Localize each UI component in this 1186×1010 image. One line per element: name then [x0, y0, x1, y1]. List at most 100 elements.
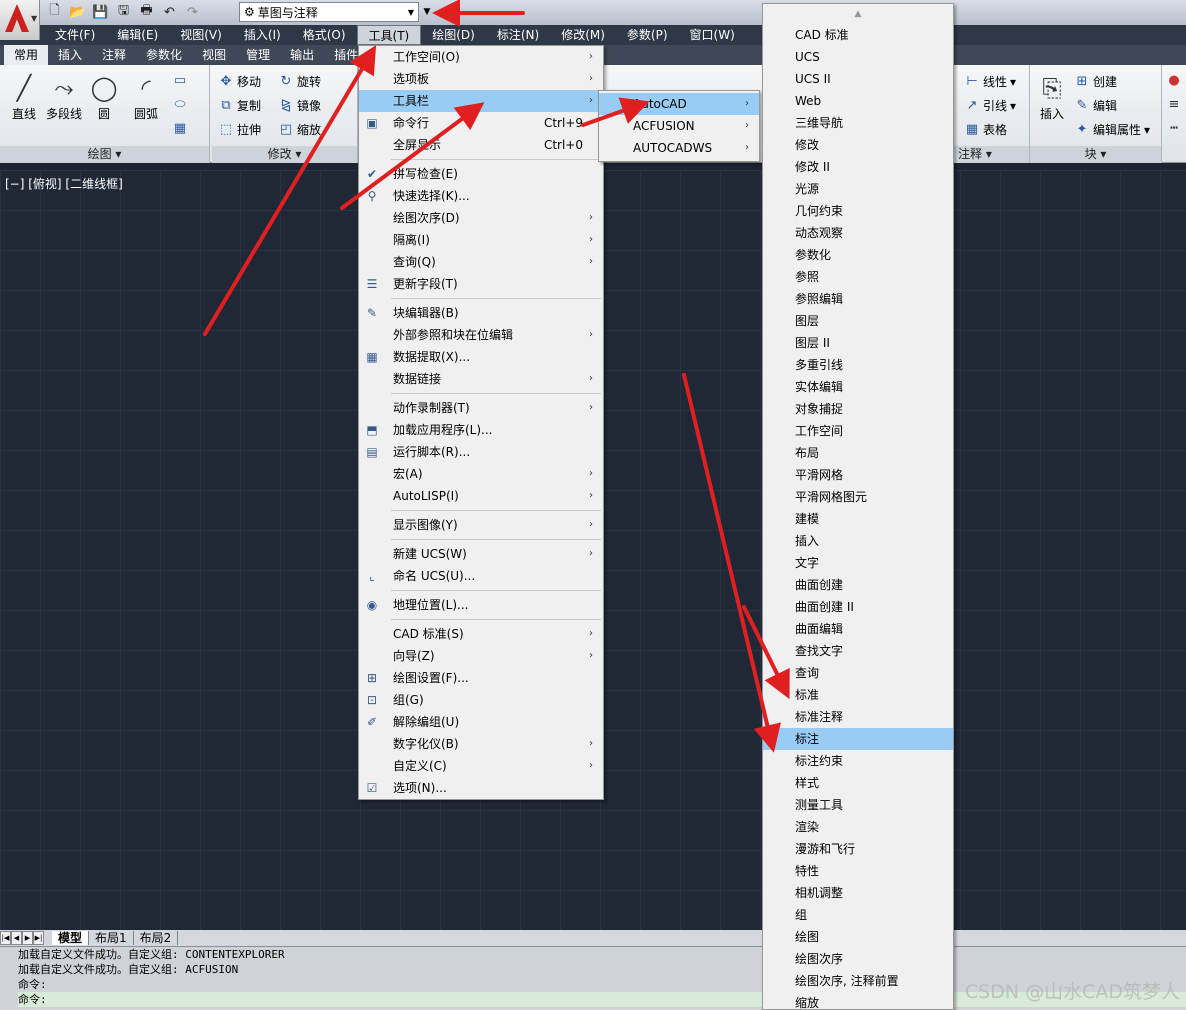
tools-menu-item[interactable]: ⊡ 组(G) — [359, 689, 603, 711]
autocad-toolbar-item[interactable]: 查找文字 — [763, 640, 953, 662]
autocad-toolbar-item[interactable]: 工作空间 — [763, 420, 953, 442]
block-panel-title[interactable]: 块 ▾ — [1030, 146, 1161, 163]
viewport-controls[interactable]: [−] [俯视] [二维线框] — [5, 175, 123, 192]
autocad-toolbar-item[interactable]: Web — [763, 90, 953, 112]
autocad-toolbar-item[interactable]: 组 — [763, 904, 953, 926]
print-icon[interactable]: 🖶 — [136, 3, 157, 21]
tools-menu-item[interactable]: AutoLISP(I) › — [359, 485, 603, 507]
tools-menu-item[interactable]: 显示图像(Y) › — [359, 514, 603, 536]
tools-menu-item[interactable]: 全屏显示 Ctrl+0 — [359, 134, 603, 156]
tools-menu-item[interactable]: 向导(Z) › — [359, 645, 603, 667]
autocad-toolbar-item[interactable]: 参照编辑 — [763, 288, 953, 310]
tools-menu-item[interactable]: ☰ 更新字段(T) — [359, 273, 603, 295]
save-as-icon[interactable]: 🖫 — [113, 3, 134, 21]
tools-menu-item[interactable]: 隔离(I) › — [359, 229, 603, 251]
rotate-tool[interactable]: ↻ 旋转 — [278, 73, 321, 90]
autocad-toolbar-item[interactable]: 多重引线 — [763, 354, 953, 376]
ribbon-tab-3[interactable]: 参数化 — [136, 45, 192, 65]
ribbon-tab-1[interactable]: 插入 — [48, 45, 92, 65]
autocad-toolbar-item[interactable]: 标准注释 — [763, 706, 953, 728]
insert-block-tool[interactable]: ⎘ 插入 — [1032, 71, 1072, 122]
modify-panel-title[interactable]: 修改 ▾ — [212, 146, 357, 163]
edit-block-tool[interactable]: ✎ 编辑 — [1074, 97, 1117, 114]
autocad-toolbar-item[interactable]: 参数化 — [763, 244, 953, 266]
tools-menu-item[interactable]: ⚲ 快速选择(K)... — [359, 185, 603, 207]
circle-tool[interactable]: ◯ 圆 — [84, 71, 124, 122]
menu-10[interactable]: 窗口(W) — [679, 25, 746, 45]
menu-8[interactable]: 修改(M) — [550, 25, 616, 45]
tools-menu-item[interactable]: 数字化仪(B) › — [359, 733, 603, 755]
autocad-toolbar-item[interactable]: 绘图次序, 注释前置 — [763, 970, 953, 992]
ribbon-tab-5[interactable]: 管理 — [236, 45, 280, 65]
menu-4[interactable]: 格式(O) — [292, 25, 357, 45]
ribbon-tab-6[interactable]: 输出 — [280, 45, 324, 65]
autocad-toolbar-item[interactable]: 修改 — [763, 134, 953, 156]
tools-menu-item[interactable]: 宏(A) › — [359, 463, 603, 485]
tab-layout2[interactable]: 布局2 — [134, 931, 179, 945]
ribbon-tab-0[interactable]: 常用 — [4, 45, 49, 65]
tools-menu-item[interactable]: 查询(Q) › — [359, 251, 603, 273]
copy-tool[interactable]: ⧉ 复制 — [218, 97, 261, 114]
autocad-toolbar-item[interactable]: 对象捕捉 — [763, 398, 953, 420]
autocad-toolbar-item[interactable]: 样式 — [763, 772, 953, 794]
autocad-toolbar-item[interactable]: 建模 — [763, 508, 953, 530]
linetype-icon[interactable]: ┅ — [1166, 121, 1182, 136]
tools-menu-item[interactable]: ▣ 命令行 Ctrl+9 — [359, 112, 603, 134]
autocad-toolbar-item[interactable]: 参照 — [763, 266, 953, 288]
hatch-tool[interactable]: ▦ — [172, 121, 188, 136]
autocad-toolbar-item[interactable]: 实体编辑 — [763, 376, 953, 398]
tab-layout1[interactable]: 布局1 — [89, 931, 134, 945]
mirror-tool[interactable]: ⧎ 镜像 — [278, 97, 321, 114]
qat-customize-button[interactable]: ▼ — [421, 3, 433, 21]
menu-0[interactable]: 文件(F) — [44, 25, 106, 45]
autocad-toolbar-item[interactable]: UCS II — [763, 68, 953, 90]
tools-menu-item[interactable]: ✎ 块编辑器(B) — [359, 302, 603, 324]
autocad-toolbar-item[interactable]: 曲面编辑 — [763, 618, 953, 640]
tools-menu-item[interactable]: ⌞ 命名 UCS(U)... — [359, 565, 603, 587]
application-menu-button[interactable]: ▼ — [0, 0, 40, 40]
tools-menu-item[interactable]: ▦ 数据提取(X)... — [359, 346, 603, 368]
tools-menu-item[interactable]: ◉ 地理位置(L)... — [359, 594, 603, 616]
autocad-toolbar-item[interactable]: 标准 — [763, 684, 953, 706]
autocad-toolbar-item[interactable]: 布局 — [763, 442, 953, 464]
autocad-toolbar-item[interactable]: CAD 标准 — [763, 24, 953, 46]
tools-menu-item[interactable]: ▤ 运行脚本(R)... — [359, 441, 603, 463]
autocad-toolbar-item[interactable]: 绘图 — [763, 926, 953, 948]
tools-menu-item[interactable]: ✐ 解除编组(U) — [359, 711, 603, 733]
last-layout-button[interactable]: ▶| — [33, 931, 44, 945]
create-block-tool[interactable]: ⊞ 创建 — [1074, 73, 1117, 90]
menu-3[interactable]: 插入(I) — [233, 25, 292, 45]
autocad-toolbar-item[interactable]: 相机调整 — [763, 882, 953, 904]
edit-attribute-tool[interactable]: ✦ 编辑属性 ▾ — [1074, 121, 1151, 138]
menu-6[interactable]: 绘图(D) — [421, 25, 486, 45]
table-tool[interactable]: ▦ 表格 — [964, 121, 1007, 138]
tools-menu-item[interactable]: 动作录制器(T) › — [359, 397, 603, 419]
ribbon-tab-2[interactable]: 注释 — [92, 45, 136, 65]
toolbar-submenu-item[interactable]: AUTOCADWS › — [599, 137, 759, 159]
undo-icon[interactable]: ↶ — [159, 3, 180, 21]
autocad-toolbar-item[interactable]: UCS — [763, 46, 953, 68]
autocad-toolbar-item[interactable]: 渲染 — [763, 816, 953, 838]
save-icon[interactable]: 💾 — [90, 3, 111, 21]
autocad-toolbar-item[interactable]: 修改 II — [763, 156, 953, 178]
autocad-toolbar-item[interactable]: 文字 — [763, 552, 953, 574]
tools-menu-item[interactable]: 绘图次序(D) › — [359, 207, 603, 229]
tools-menu-item[interactable]: CAD 标准(S) › — [359, 623, 603, 645]
linear-dimension-tool[interactable]: ⊢ 线性 ▾ — [964, 73, 1016, 90]
tools-menu-item[interactable]: ⬒ 加载应用程序(L)... — [359, 419, 603, 441]
stretch-tool[interactable]: ⬚ 拉伸 — [218, 121, 261, 138]
ellipse-tool[interactable]: ⬭ — [172, 97, 188, 112]
color-wheel-icon[interactable]: ● — [1166, 73, 1182, 88]
tools-menu-item[interactable]: ✔ 拼写检查(E) — [359, 163, 603, 185]
next-layout-button[interactable]: ▶ — [22, 931, 33, 945]
tools-menu-item[interactable]: 数据链接 › — [359, 368, 603, 390]
autocad-toolbar-item[interactable]: 曲面创建 II — [763, 596, 953, 618]
autocad-toolbar-item[interactable]: 图层 — [763, 310, 953, 332]
tools-menu-item[interactable]: 外部参照和块在位编辑 › — [359, 324, 603, 346]
scale-tool[interactable]: ◰ 缩放 — [278, 121, 321, 138]
tools-menu-item[interactable]: 选项板 › — [359, 68, 603, 90]
autocad-toolbar-item[interactable]: 特性 — [763, 860, 953, 882]
autocad-toolbar-item[interactable]: 动态观察 — [763, 222, 953, 244]
menu-2[interactable]: 视图(V) — [169, 25, 233, 45]
leader-tool[interactable]: ↗ 引线 ▾ — [964, 97, 1017, 114]
